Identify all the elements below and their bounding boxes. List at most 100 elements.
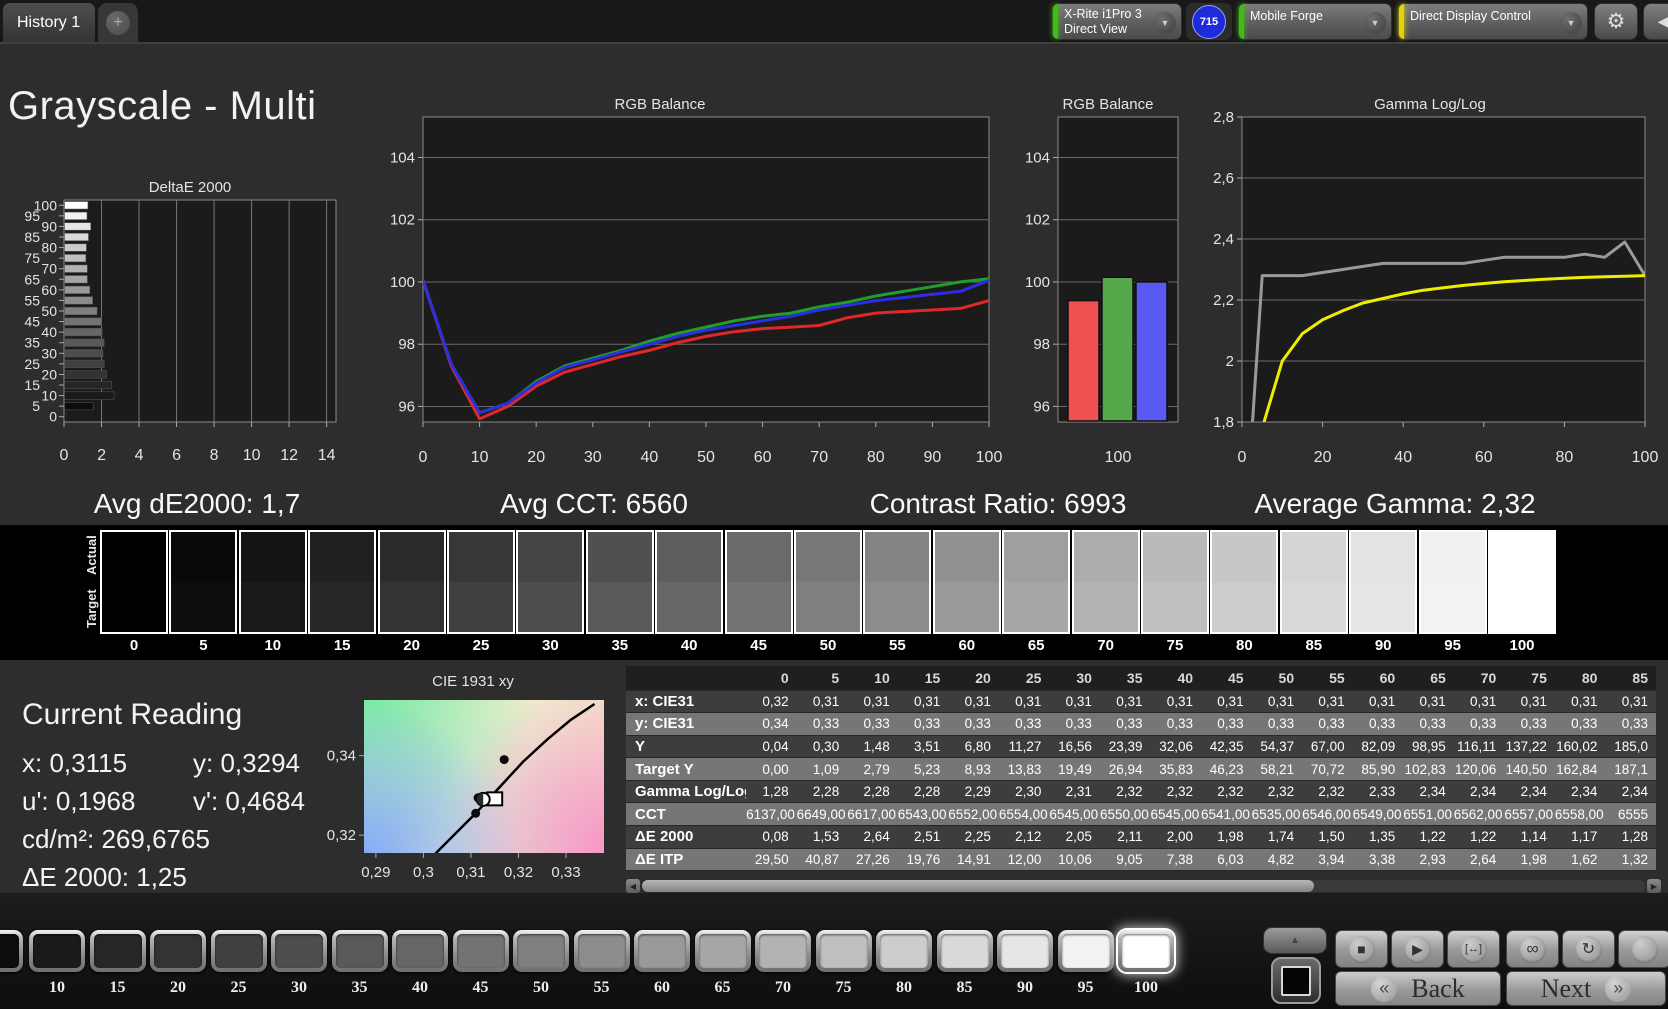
refresh-button[interactable]: ↻ (1562, 930, 1615, 968)
table-cell: 0,31 (1099, 690, 1151, 713)
continuous-measure-button[interactable]: ∞ (1506, 930, 1559, 968)
table-cell: 2,32 (1099, 780, 1151, 803)
pattern-level-button[interactable] (0, 930, 23, 972)
pattern-level-button-15[interactable] (89, 930, 146, 972)
pattern-level-button-25[interactable] (210, 930, 267, 972)
swatch-0 (100, 530, 168, 634)
table-cell: 6,03 (1201, 848, 1252, 871)
pattern-level-label: 70 (775, 979, 791, 996)
scrollbar-track[interactable] (642, 880, 1645, 892)
pattern-level-button-55[interactable] (573, 930, 630, 972)
chevron-down-icon[interactable]: ▼ (1560, 12, 1582, 34)
extra-button[interactable] (1618, 930, 1668, 968)
svg-text:55: 55 (24, 292, 40, 308)
pattern-level-button-30[interactable] (271, 930, 327, 972)
swatch-target (449, 582, 513, 632)
table-cell: 3,38 (1352, 848, 1404, 871)
swatch-85 (1279, 530, 1348, 634)
table-cell: 35,83 (1150, 757, 1202, 781)
pattern-level-button-35[interactable] (331, 930, 388, 972)
svg-text:10: 10 (471, 449, 489, 466)
pattern-level-button-95[interactable] (1057, 930, 1114, 972)
swatch-actual (171, 532, 236, 582)
source-selector-mobile-forge[interactable]: Mobile Forge ▼ (1238, 3, 1392, 40)
pattern-level-button-40[interactable] (392, 930, 448, 972)
table-row-label: Gamma Log/Log (626, 780, 747, 803)
table-cell: 32,06 (1150, 735, 1202, 758)
svg-text:104: 104 (390, 149, 415, 166)
swatch-actual (310, 532, 375, 582)
pattern-level-button-65[interactable] (694, 930, 751, 972)
pattern-window-button[interactable] (1271, 957, 1321, 1004)
table-cell: 0,32 (746, 690, 797, 713)
table-column-header: 65 (1403, 666, 1454, 690)
scrollbar-thumb[interactable] (642, 880, 1314, 892)
svg-text:40: 40 (41, 324, 57, 340)
swatch-target (1212, 582, 1277, 632)
pattern-level-button-75[interactable] (815, 930, 872, 972)
table-cell: 1,74 (1251, 825, 1303, 849)
svg-text:40: 40 (641, 449, 659, 466)
pattern-level-button-45[interactable] (452, 930, 509, 972)
table-cell: 0,34 (746, 712, 797, 736)
collapse-panel-button[interactable]: ◀ (1643, 3, 1668, 40)
settings-button[interactable]: ⚙ (1594, 3, 1638, 40)
table-cell: 6552,00 (948, 802, 999, 826)
tab-history-1[interactable]: History 1 (3, 3, 95, 42)
add-history-tab-button[interactable]: + (98, 3, 138, 42)
table-cell: 1,32 (1605, 848, 1656, 871)
pattern-level-button-90[interactable] (997, 930, 1053, 972)
play-button[interactable]: ▶ (1391, 930, 1444, 968)
pattern-thumbnail (940, 934, 989, 968)
stop-button[interactable]: ■ (1335, 930, 1388, 968)
back-button[interactable]: « Back (1335, 971, 1501, 1006)
pattern-level-button-20[interactable] (150, 930, 206, 972)
meter-selector-xrite[interactable]: X-Rite i1Pro 3 Direct View ▼ (1052, 3, 1182, 40)
svg-text:98: 98 (1033, 336, 1050, 353)
chevron-down-icon[interactable]: ▼ (1364, 12, 1386, 34)
table-cell: 2,05 (1049, 825, 1100, 849)
table-cell: 0,33 (1403, 712, 1454, 736)
pattern-level-button-85[interactable] (936, 930, 993, 972)
pattern-level-button-60[interactable] (634, 930, 690, 972)
table-cell: 6545,00 (1049, 802, 1100, 826)
pattern-level-button-100[interactable] (1118, 930, 1174, 972)
table-horizontal-scrollbar[interactable]: ◀ ▶ (626, 879, 1661, 893)
table-cell: 2,34 (1504, 780, 1555, 803)
swatch-actual (865, 532, 930, 582)
chart-gamma-loglog: 1,8 2 2,2 2,4 2,6 2,8 0 20 40 60 80 100 Gamma Log/Lo… (1213, 96, 1658, 466)
step-measure-button[interactable]: [↔] (1447, 930, 1500, 968)
table-cell: 6555 (1605, 802, 1656, 826)
pattern-level-button-50[interactable] (513, 930, 569, 972)
display-control-selector[interactable]: Direct Display Control ▼ (1398, 3, 1588, 40)
svg-text:25: 25 (24, 356, 40, 372)
swatch-level-label: 30 (542, 637, 559, 654)
pattern-level-button-70[interactable] (755, 930, 811, 972)
swatch-target (518, 582, 583, 632)
table-cell: 26,94 (1099, 757, 1151, 781)
source-status-stripe (1239, 4, 1244, 39)
scroll-left-arrow[interactable]: ◀ (626, 879, 640, 893)
swatch-25 (447, 530, 515, 634)
table-cell: 0,31 (847, 690, 898, 713)
svg-text:45: 45 (24, 314, 40, 330)
pattern-level-label: 60 (654, 979, 670, 996)
table-cell: 0,33 (1049, 712, 1100, 736)
table-row: y: CIE31 0,34 0,33 0,33 0,33 0,33 0,33 0,33 0,33… (626, 712, 1656, 736)
svg-text:0: 0 (419, 449, 428, 466)
pattern-up-button[interactable]: ▲ (1263, 927, 1327, 954)
pattern-level-button-80[interactable] (876, 930, 932, 972)
table-cell: 1,09 (796, 757, 848, 781)
svg-text:RGB Balance: RGB Balance (615, 96, 706, 113)
swatch-target (1073, 582, 1138, 632)
table-cell: 58,21 (1251, 757, 1303, 781)
table-cell: 102,83 (1403, 757, 1454, 781)
table-cell: 0,33 (1201, 712, 1252, 736)
pattern-level-label: 65 (714, 979, 731, 996)
next-button[interactable]: Next » (1506, 971, 1666, 1006)
table-cell: 6,80 (948, 735, 999, 758)
pattern-level-button-10[interactable] (29, 930, 85, 972)
scroll-right-arrow[interactable]: ▶ (1647, 879, 1661, 893)
svg-text:35: 35 (24, 335, 40, 351)
chevron-down-icon[interactable]: ▼ (1154, 12, 1176, 34)
